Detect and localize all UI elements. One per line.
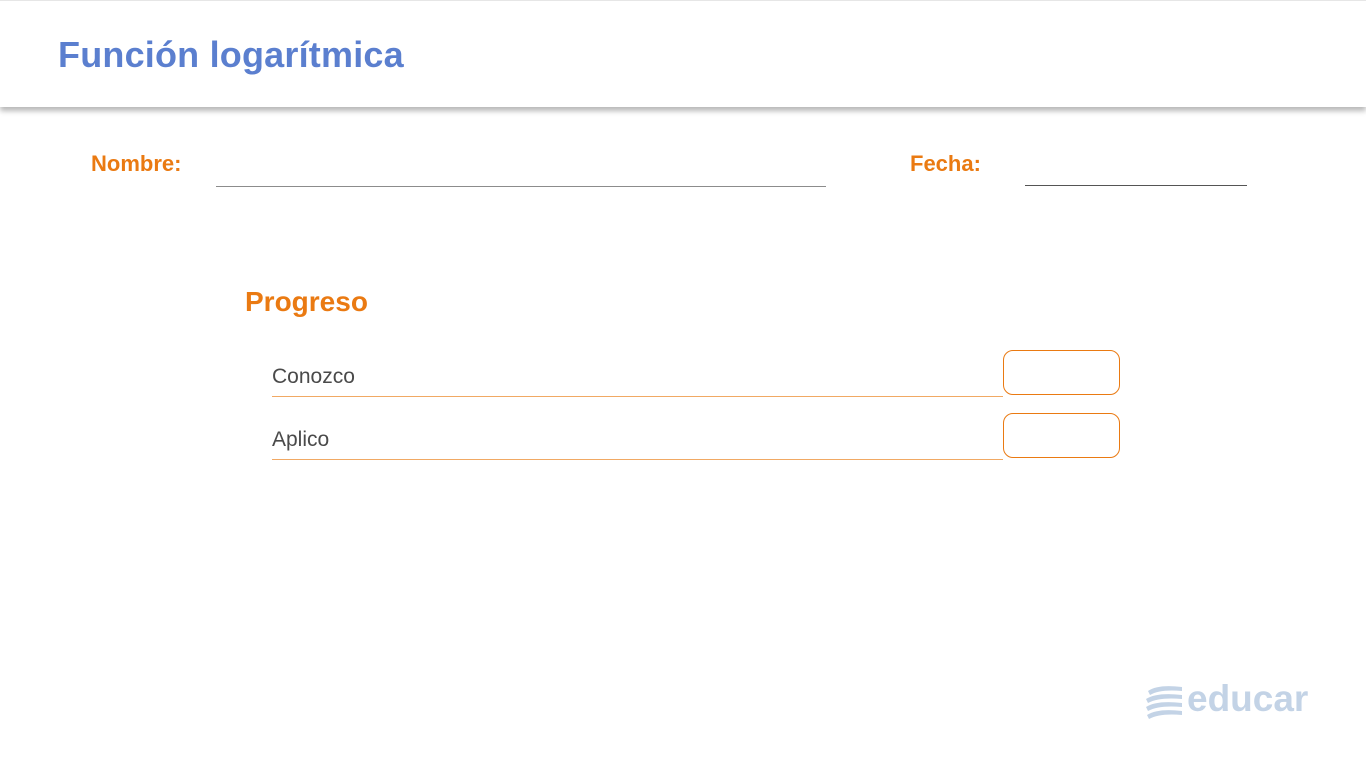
educar-logo-icon	[1146, 686, 1182, 719]
header-bar: Función logarítmica	[0, 0, 1366, 107]
name-write-line[interactable]	[216, 186, 826, 187]
progress-row-conozco: Conozco	[272, 350, 1122, 398]
page-title: Función logarítmica	[58, 34, 404, 75]
educar-logo-text: educar	[1187, 678, 1309, 719]
progress-row-label: Conozco	[272, 365, 355, 388]
educar-logo: educar	[1144, 678, 1308, 724]
progress-title: Progreso	[245, 286, 368, 317]
progress-row-line	[272, 396, 1003, 397]
progress-score-box[interactable]	[1003, 350, 1120, 395]
name-label: Nombre:	[91, 151, 182, 176]
progress-row-label: Aplico	[272, 428, 330, 451]
worksheet-page: Función logarítmica Nombre: Fecha: Progr…	[0, 0, 1366, 768]
date-label: Fecha:	[910, 151, 981, 176]
progress-row-aplico: Aplico	[272, 413, 1122, 461]
date-write-line[interactable]	[1025, 185, 1247, 186]
progress-score-box[interactable]	[1003, 413, 1120, 458]
progress-row-line	[272, 459, 1003, 460]
